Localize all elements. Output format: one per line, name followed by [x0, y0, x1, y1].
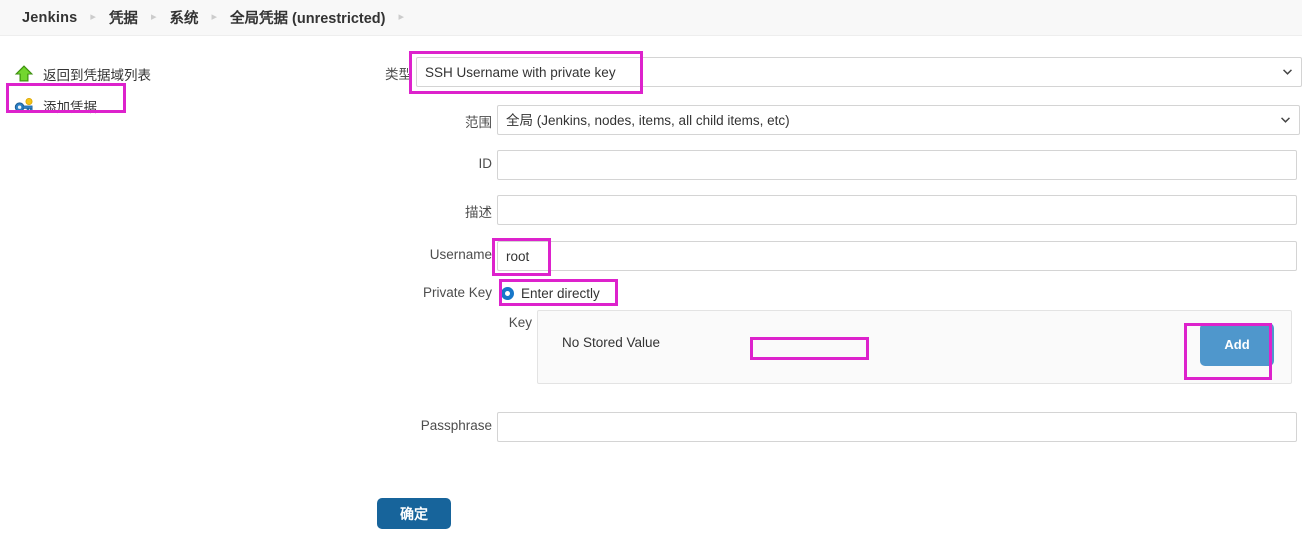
username-label: Username — [429, 247, 492, 262]
passphrase-input[interactable] — [497, 412, 1297, 442]
description-input[interactable] — [497, 195, 1297, 225]
form-row-description: 描述 — [0, 195, 1297, 225]
private-key-label: Private Key — [422, 285, 492, 300]
key-panel: No Stored Value Add — [537, 310, 1292, 384]
key-label: Key — [508, 315, 532, 330]
breadcrumb-system[interactable]: 系统 — [169, 7, 198, 28]
type-select[interactable]: SSH Username with private key — [416, 57, 1302, 87]
type-label: 类型 — [385, 67, 412, 82]
breadcrumb-separator-icon: ▸ — [398, 11, 405, 23]
form-row-scope: 范围 全局 (Jenkins, nodes, items, all child … — [0, 105, 1300, 135]
form-row-private-key: Private Key Enter directly — [0, 282, 604, 304]
breadcrumb-global-credentials[interactable]: 全局凭据 (unrestricted) — [230, 7, 386, 28]
scope-label: 范围 — [465, 115, 492, 130]
enter-directly-label: Enter directly — [521, 285, 600, 301]
no-stored-value-text: No Stored Value — [562, 335, 661, 350]
breadcrumb-separator-icon: ▸ — [150, 11, 157, 23]
form-row-id: ID — [0, 150, 1297, 180]
breadcrumb-separator-icon: ▸ — [211, 11, 217, 23]
add-key-button[interactable]: Add — [1200, 323, 1274, 366]
form-actions: 确定 — [377, 498, 451, 529]
breadcrumb-separator-icon: ▸ — [90, 11, 96, 23]
breadcrumb: Jenkins ▸ 凭据 ▸ 系统 ▸ 全局凭据 (unrestricted) … — [0, 0, 1302, 36]
passphrase-label: Passphrase — [420, 418, 492, 433]
form-row-type: 类型 SSH Username with private key — [0, 57, 1302, 87]
breadcrumb-credentials[interactable]: 凭据 — [109, 7, 138, 28]
submit-button[interactable]: 确定 — [377, 498, 451, 529]
enter-directly-radio-option[interactable]: Enter directly — [497, 282, 604, 304]
id-label: ID — [478, 156, 493, 171]
description-label: 描述 — [465, 205, 492, 220]
id-input[interactable] — [497, 150, 1297, 180]
enter-directly-radio[interactable] — [501, 286, 514, 300]
form-row-passphrase: Passphrase — [0, 412, 1297, 442]
form-row-username: Username — [0, 241, 1297, 271]
username-input[interactable] — [497, 241, 1297, 271]
scope-select[interactable]: 全局 (Jenkins, nodes, items, all child ite… — [497, 105, 1300, 135]
form-row-key: Key No Stored Value Add — [0, 310, 1292, 384]
breadcrumb-jenkins[interactable]: Jenkins — [22, 10, 77, 26]
